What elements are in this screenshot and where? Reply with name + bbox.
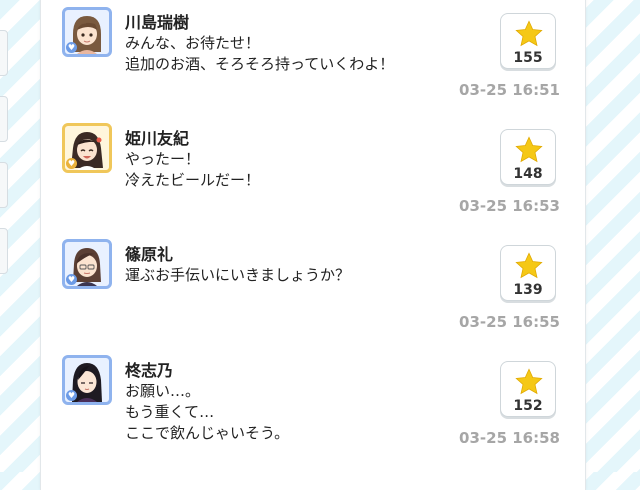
avatar[interactable]: ♥: [62, 123, 112, 173]
avatar[interactable]: ♥: [62, 239, 112, 289]
message-text: 運ぶお手伝いにいきましょうか？: [125, 266, 351, 284]
author-name: 柊志乃: [125, 361, 174, 380]
heart-badge-icon: ♥: [66, 390, 77, 401]
message-text: やったー！ 冷えたビールだー！: [125, 150, 261, 189]
post-timestamp: 03-25 16:55: [459, 313, 560, 331]
like-button[interactable]: 148: [500, 129, 556, 185]
star-icon: [515, 136, 543, 163]
side-tab[interactable]: [0, 162, 8, 208]
author-name: 川島瑞樹: [125, 13, 190, 32]
star-icon: [515, 368, 543, 395]
side-tab[interactable]: [0, 30, 8, 76]
like-count: 155: [513, 50, 543, 66]
like-count: 152: [513, 398, 543, 414]
post-timestamp: 03-25 16:58: [459, 429, 560, 447]
heart-badge-icon: ♥: [66, 158, 77, 169]
message-text: お願い…。 もう重くて… ここで飲んじゃいそう。: [125, 382, 290, 442]
heart-badge-icon: ♥: [66, 274, 77, 285]
feed-post: ♥ 姫川友紀 やったー！ 冷えたビールだー！ 148 03-25 16:53: [62, 123, 572, 233]
like-count: 148: [513, 166, 543, 182]
like-button[interactable]: 139: [500, 245, 556, 301]
avatar[interactable]: ♥: [62, 355, 112, 405]
heart-badge-icon: ♥: [66, 42, 77, 53]
feed-post: ♥ 篠原礼 運ぶお手伝いにいきましょうか？ 139 03-25 16:55: [62, 239, 572, 349]
side-tab[interactable]: [0, 228, 8, 274]
post-timestamp: 03-25 16:51: [459, 81, 560, 99]
star-icon: [515, 20, 543, 47]
author-name: 姫川友紀: [125, 129, 190, 148]
avatar[interactable]: ♥: [62, 7, 112, 57]
like-button[interactable]: 155: [500, 13, 556, 69]
post-timestamp: 03-25 16:53: [459, 197, 560, 215]
message-text: みんな、お待たせ！ 追加のお酒、そろそろ持っていくわよ！: [125, 34, 395, 73]
like-count: 139: [513, 282, 543, 298]
like-button[interactable]: 152: [500, 361, 556, 417]
author-name: 篠原礼: [125, 245, 174, 264]
feed-post: ♥ 柊志乃 お願い…。 もう重くて… ここで飲んじゃいそう。 152 03-25…: [62, 355, 572, 465]
feed-post: ♥ 川島瑞樹 みんな、お待たせ！ 追加のお酒、そろそろ持っていくわよ！ 155 …: [62, 7, 572, 117]
side-tab[interactable]: [0, 96, 8, 142]
star-icon: [515, 252, 543, 279]
